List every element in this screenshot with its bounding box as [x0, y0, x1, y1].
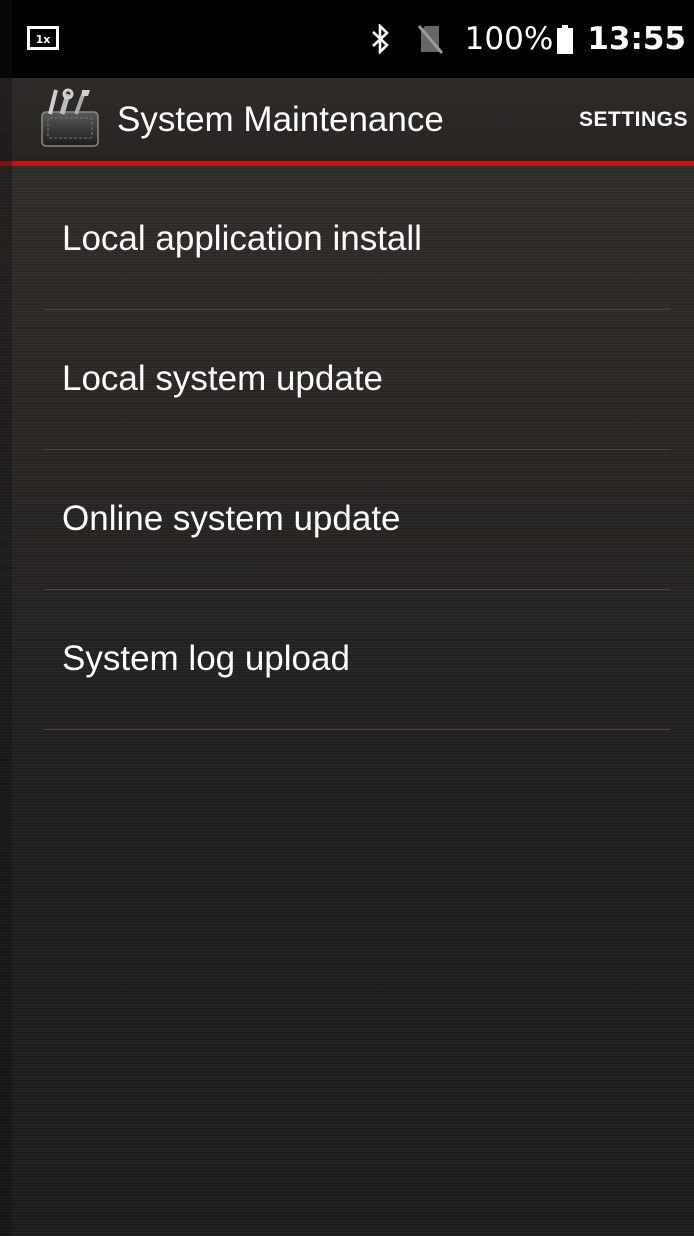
settings-button[interactable]: SETTINGS [579, 92, 688, 148]
menu-item-online-system-update[interactable]: Online system update [44, 449, 670, 590]
status-bar: 1x 100% 13:55 [0, 0, 694, 78]
bluetooth-icon [371, 24, 389, 54]
menu-item-local-application-install[interactable]: Local application install [44, 169, 670, 310]
battery-full-icon [557, 24, 574, 54]
no-sim-icon [417, 25, 443, 54]
menu-item-label: System log upload [62, 639, 350, 678]
menu-item-local-system-update[interactable]: Local system update [44, 309, 670, 450]
page-title: System Maintenance [117, 100, 444, 139]
svg-text:1x: 1x [36, 33, 51, 46]
toolbox-icon[interactable] [38, 86, 102, 150]
screen-edge-shade [0, 0, 12, 1236]
status-icons: 100% 13:55 [369, 0, 686, 78]
menu-item-label: Local system update [62, 359, 384, 398]
menu-item-system-log-upload[interactable]: System log upload [44, 589, 670, 730]
menu-list: Local application install Local system u… [0, 166, 694, 1236]
menu-item-label: Local application install [62, 219, 422, 258]
menu-item-label: Online system update [62, 499, 401, 538]
battery-percent: 100% [464, 21, 554, 57]
screen: 1x 100% 13:55 System Maintenance SETTING… [0, 0, 694, 1236]
action-bar: System Maintenance SETTINGS [0, 78, 694, 162]
clock: 13:55 [587, 21, 686, 57]
screenshot-notification-icon: 1x [27, 26, 59, 50]
